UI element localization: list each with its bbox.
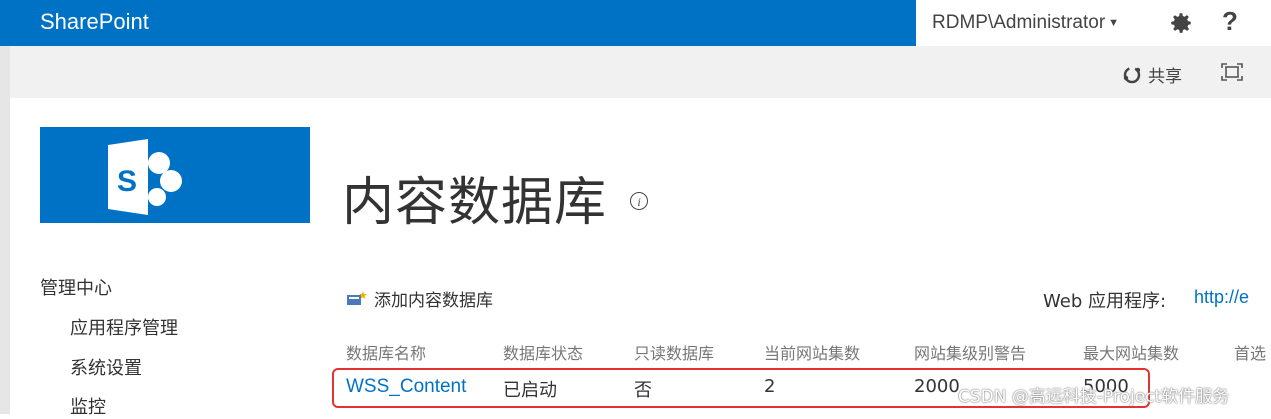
read-only-cell: 否 <box>634 380 652 401</box>
user-menu[interactable]: RDMP\Administrator ▼ <box>932 12 1119 34</box>
quick-launch-item-monitoring[interactable]: 监控 <box>70 393 106 419</box>
add-content-database-button[interactable]: 添加内容数据库 <box>346 286 493 311</box>
column-header-database-status[interactable]: 数据库状态 <box>503 340 583 364</box>
help-icon[interactable]: ? <box>1222 6 1238 37</box>
column-header-site-warning-level[interactable]: 网站集级别警告 <box>914 340 1026 364</box>
column-header-database-name[interactable]: 数据库名称 <box>346 340 426 364</box>
column-header-current-site-count[interactable]: 当前网站集数 <box>764 340 860 364</box>
share-icon <box>1123 66 1141 83</box>
ribbon-bar: 共享 <box>10 46 1271 98</box>
site-warning-level-cell: 2000 <box>914 376 960 397</box>
suite-bar-user-area: RDMP\Administrator ▼ ? <box>916 0 1271 46</box>
share-label: 共享 <box>1148 67 1182 87</box>
quick-launch-item-system-settings[interactable]: 系统设置 <box>70 354 142 380</box>
page-title: 内容数据库 <box>342 173 608 233</box>
info-icon[interactable]: i <box>630 192 648 210</box>
web-application-label: Web 应用程序: <box>1043 291 1167 312</box>
share-button[interactable]: 共享 <box>1122 62 1182 87</box>
add-database-icon <box>347 290 367 305</box>
quick-launch-item-app-management[interactable]: 应用程序管理 <box>70 314 178 340</box>
suite-bar: SharePoint RDMP\Administrator ▼ ? <box>0 0 1271 46</box>
column-header-preferred[interactable]: 首选 <box>1234 340 1266 364</box>
database-status-cell: 已启动 <box>503 380 557 401</box>
logo-letter: S <box>117 165 137 198</box>
user-name: RDMP\Administrator <box>932 12 1106 33</box>
site-logo[interactable]: S <box>40 127 310 223</box>
sharepoint-brand-link[interactable]: SharePoint <box>40 9 149 35</box>
database-name-link[interactable]: WSS_Content <box>346 376 466 398</box>
csdn-watermark: CSDN @高远科技-Project软件服务 <box>958 387 1230 407</box>
current-site-count-cell: 2 <box>764 376 776 397</box>
chevron-down-icon: ▼ <box>1108 17 1120 29</box>
sharepoint-logo-icon: S <box>108 139 182 215</box>
left-frame-strip <box>0 46 10 414</box>
focus-content-icon[interactable] <box>1220 62 1244 82</box>
column-header-read-only[interactable]: 只读数据库 <box>634 340 714 364</box>
column-header-max-site-count[interactable]: 最大网站集数 <box>1083 340 1179 364</box>
gear-icon[interactable] <box>1168 10 1194 36</box>
web-application-selector[interactable]: http://e <box>1194 287 1249 308</box>
add-content-database-label: 添加内容数据库 <box>374 291 493 311</box>
quick-launch-heading[interactable]: 管理中心 <box>40 274 112 300</box>
